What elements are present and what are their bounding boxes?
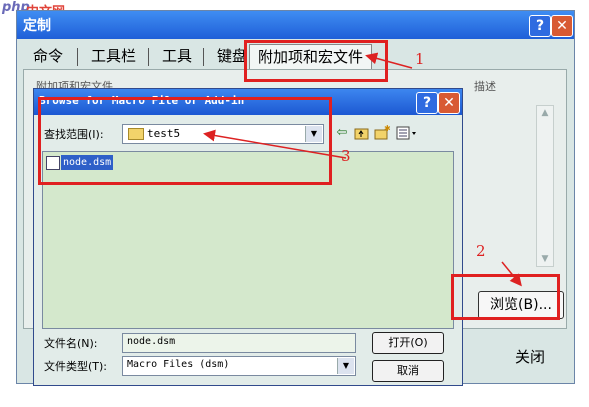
annotation-number-3: 3 — [341, 147, 351, 165]
annotation-arrows — [203, 52, 522, 287]
annotation-number-2: 2 — [476, 242, 486, 260]
annotation-number-1: 1 — [415, 50, 425, 68]
